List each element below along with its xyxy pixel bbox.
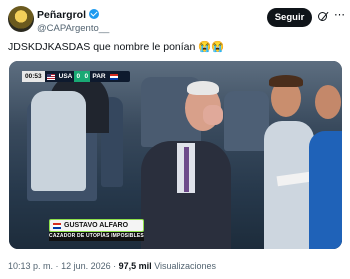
author-names: Peñargrol @CAPArgento__ [37,5,217,35]
stadium-seat [224,91,269,151]
paraguay-flag-icon [109,73,118,80]
author-display-name[interactable]: Peñargrol [37,9,86,22]
scorebug: 00:53 USA 0 0 PAR [22,71,130,82]
match-time: 00:53 [22,71,45,82]
author-handle[interactable]: @CAPArgento__ [37,23,217,35]
tweet-time[interactable]: 10:13 p. m. [8,261,53,271]
coach-hair [187,81,219,95]
verified-badge-icon [89,9,100,19]
staff-hair [269,75,303,87]
team2-name: PAR [92,73,106,80]
meta-separator: · [113,261,117,271]
tweet-date[interactable]: 12 jun. 2026 [61,261,111,271]
team1-score: 0 [74,71,83,82]
staff-head [315,85,341,119]
lower-third-name-bar: GUSTAVO ALFARO [49,219,144,232]
more-options-icon[interactable]: ⋯ [334,10,345,21]
staff-member [264,121,314,249]
tweet-media[interactable]: 00:53 USA 0 0 PAR GUSTAVO ALFARO CAZADOR… [9,61,342,249]
tweet-text: JDSKDJKASDAS que nombre le ponían 😭😭 [8,41,225,53]
person-background [31,91,86,191]
follow-button[interactable]: Seguir [267,8,312,27]
tweet-meta: 10:13 p. m. · 12 jun. 2026 · 97,5 mil Vi… [8,261,342,271]
meta-separator: · [55,261,59,271]
views-label: Visualizaciones [154,261,217,271]
coach-hands [203,105,223,125]
author-avatar[interactable] [8,6,34,32]
team1-name: USA [58,73,73,80]
staff-member [309,131,342,249]
grok-icon[interactable] [318,12,327,21]
paraguay-flag-icon [53,222,61,229]
lower-third-subtitle: CAZADOR DE UTOPÍAS IMPOSIBLES [49,232,144,241]
views-count: 97,5 mil [118,261,152,271]
lower-third: GUSTAVO ALFARO CAZADOR DE UTOPÍAS IMPOSI… [49,219,144,241]
lower-third-name: GUSTAVO ALFARO [64,222,129,229]
tweet: Peñargrol @CAPArgento__ Seguir ⋯ JDSKDJK… [0,0,350,279]
usa-flag-icon [46,73,55,80]
team2-score: 0 [82,71,91,82]
coach-tie [184,147,189,192]
